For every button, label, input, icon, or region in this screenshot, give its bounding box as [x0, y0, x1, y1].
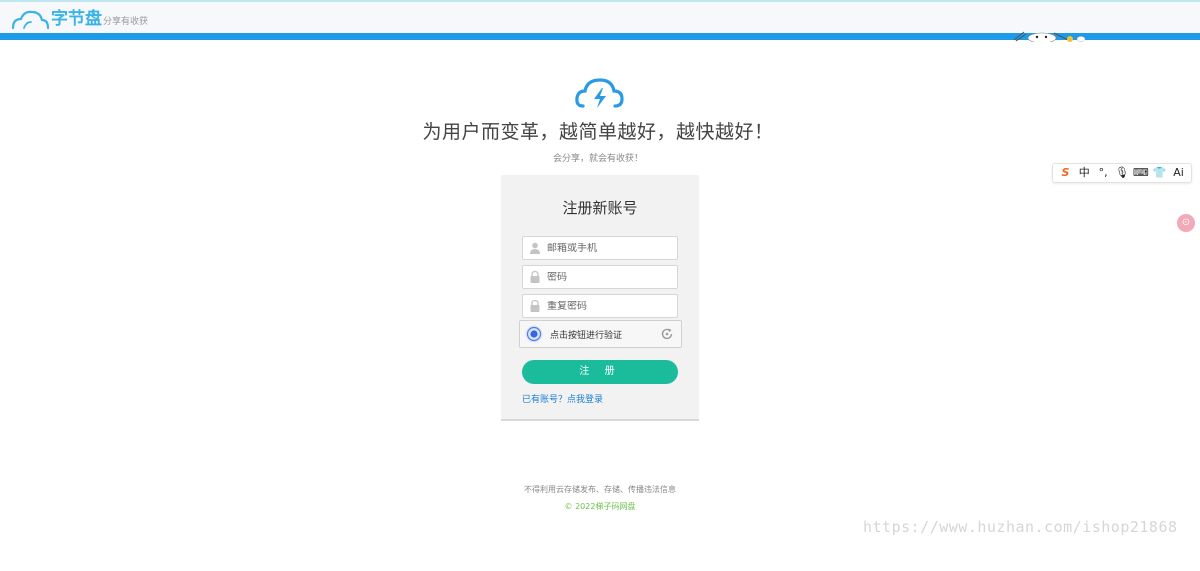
register-card: 注册新账号 点击按钮进行验证 注 — [501, 175, 699, 421]
microphone-icon[interactable]: 🎙 — [1114, 165, 1130, 181]
repeat-password-input[interactable] — [547, 300, 672, 312]
cloud-lightning-icon — [575, 78, 624, 108]
register-title: 注册新账号 — [562, 199, 638, 217]
account-input[interactable] — [547, 242, 672, 254]
floating-assistant-icon[interactable]: ⊙ — [1177, 214, 1195, 232]
cloud-logo-icon — [11, 10, 50, 30]
lock-icon — [530, 270, 540, 283]
hero-title: 为用户而变革，越简单越好，越快越好！ — [422, 121, 774, 143]
register-button[interactable]: 注 册 — [522, 360, 678, 384]
keyboard-icon[interactable]: ⌨ — [1133, 165, 1149, 181]
account-field[interactable] — [522, 236, 678, 260]
user-icon — [530, 242, 540, 254]
ime-chinese-mode[interactable]: 中 — [1076, 165, 1092, 181]
skin-icon[interactable]: 👕 — [1152, 165, 1168, 181]
refresh-icon[interactable] — [660, 327, 674, 341]
password-field[interactable] — [522, 265, 678, 289]
captcha-text: 点击按钮进行验证 — [550, 330, 623, 341]
logo-text: 字节盘 — [51, 9, 102, 29]
hero-subtitle: 会分享，就会有收获！ — [552, 154, 643, 164]
repeat-password-field[interactable] — [522, 294, 678, 318]
lock-icon — [530, 299, 540, 312]
footer-notice: 不得利用云存储发布、存储、传播违法信息 — [524, 485, 676, 494]
site-logo[interactable]: 字节盘 分享有收获 — [10, 6, 148, 30]
sogou-logo-icon[interactable]: S — [1057, 165, 1073, 181]
ime-toolbar: S 中 °, 🎙 ⌨ 👕 Ai — [1052, 163, 1192, 183]
footer-copyright: © 2022梯子码网盘 — [564, 502, 636, 511]
logo-slogan: 分享有收获 — [103, 17, 149, 27]
mascot-decoration-icon — [1013, 31, 1086, 42]
watermark-text: https://www.huzhan.com/ishop21868 — [863, 518, 1178, 536]
captcha-verify-button[interactable]: 点击按钮进行验证 — [519, 320, 682, 348]
captcha-dot-icon — [525, 325, 543, 343]
password-input[interactable] — [547, 271, 672, 283]
ime-punctuation-icon[interactable]: °, — [1095, 165, 1111, 181]
login-link[interactable]: 已有账号？点我登录 — [522, 392, 603, 405]
ime-ai-button[interactable]: Ai — [1170, 165, 1186, 181]
